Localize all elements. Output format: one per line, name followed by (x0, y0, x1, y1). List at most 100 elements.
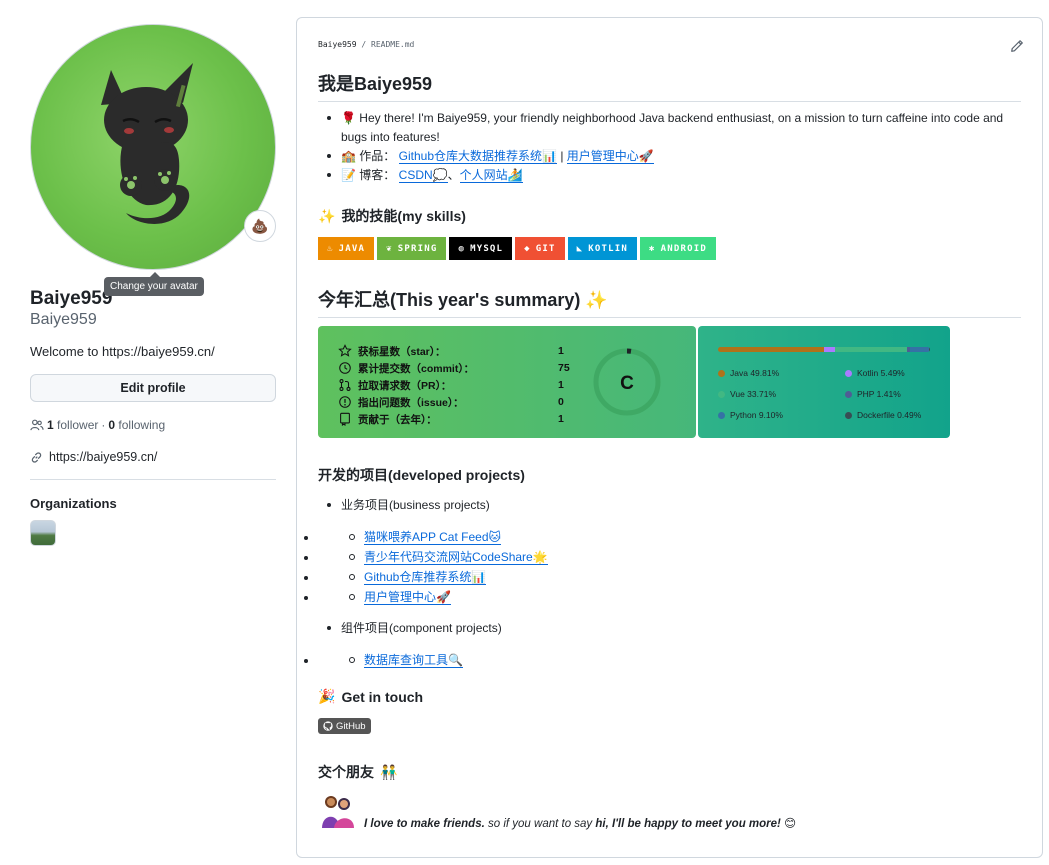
language-dot (845, 369, 852, 377)
friends-message-part1: I love to make friends. (364, 818, 485, 830)
badge-java: ♨ JAVA (318, 237, 375, 260)
organizations-heading: Organizations (30, 496, 117, 511)
skills-heading: ✨ 我的技能(my skills) (318, 206, 1021, 226)
summary-sparkles-emoji: ✨ (585, 290, 608, 310)
git-icon: ◆ (524, 243, 531, 254)
blog-link-website[interactable]: 个人网站🏄 (459, 168, 523, 183)
skill-badges: ♨ JAVA ❦ SPRING ◍ MYSQL ◆ GIT ◣ KOTLIN ✱ ANDROID (318, 237, 1021, 260)
readme-box: Baiye959 / README.md 我是Baiye959 🌹 Hey th… (296, 17, 1043, 858)
mysql-icon: ◍ (458, 243, 466, 254)
pencil-icon[interactable] (1010, 39, 1024, 53)
works-link-user-center[interactable]: 用户管理中心🚀 (566, 149, 654, 164)
readme-path-user[interactable]: Baiye959 (318, 40, 357, 49)
language-item: Kotlin 5.49% (845, 368, 905, 378)
stat-row: 贡献于（去年）： 1 (338, 411, 564, 427)
business-project-item: 用户管理中心🚀 (318, 587, 1021, 607)
language-bar-segment (909, 347, 929, 352)
language-item: Python 9.10% (718, 410, 783, 420)
business-projects-item: 业务项目(business projects) (318, 496, 1021, 515)
readme-title: 我是Baiye959 (318, 70, 1021, 102)
followers-link[interactable]: 1 follower (47, 418, 98, 432)
top-languages-card: Java 49.81% Kotlin 5.49% Vue 33.71% PHP 1.4… (698, 326, 950, 438)
stat-label: 指出问题数（issue）： (358, 396, 464, 409)
skills-title: 我的技能(my skills) (341, 208, 466, 224)
summary-cards: C 获标星数（star）： 1 累计提交数（commit）： 75 拉取请求数（PR）：… (318, 326, 1021, 438)
issue-icon (339, 396, 351, 408)
two-men-emoji: 👬 (380, 763, 398, 780)
language-label: Python 9.10% (730, 410, 783, 420)
stat-row: 获标星数（star）： 1 (338, 343, 564, 359)
readme-path: Baiye959 / README.md (318, 40, 414, 49)
stat-row: 指出问题数（issue）： 0 (338, 394, 564, 410)
grade-ring: C (593, 348, 661, 416)
language-dot (845, 411, 852, 419)
language-bar (718, 347, 930, 352)
project-link[interactable]: 青少年代码交流网站CodeShare🌟 (364, 550, 548, 565)
business-project-item: Github仓库推荐系统📊 (318, 567, 1021, 587)
contact-heading: 🎉 Get in touch (318, 688, 1021, 705)
stat-value: 1 (558, 413, 564, 425)
business-project-item: 青少年代码交流网站CodeShare🌟 (318, 547, 1021, 567)
works-link-recommender[interactable]: Github仓库大数据推荐系统📊 (398, 149, 557, 164)
friends-message-part2: so if you want to say (484, 818, 596, 830)
badge-label: JAVA (338, 243, 366, 254)
language-item: PHP 1.41% (845, 389, 901, 399)
stat-row: 拉取请求数（PR）： 1 (338, 377, 564, 393)
link-icon (31, 451, 42, 463)
change-avatar-tooltip: Change your avatar (104, 272, 204, 296)
stat-value: 1 (558, 345, 564, 357)
language-bar-segment (718, 347, 824, 352)
project-link[interactable]: 猫咪喂养APP Cat Feed🐱 (364, 530, 501, 545)
projects-heading: 开发的项目(developed projects) (318, 467, 525, 483)
github-badge-label: GitHub (336, 720, 366, 732)
stat-label: 贡献于（去年）： (358, 413, 437, 426)
sidebar-divider (30, 479, 276, 480)
language-item: Dockerfile 0.49% (845, 410, 921, 420)
avatar[interactable] (30, 24, 276, 270)
component-list: 组件项目(component projects) (318, 619, 1021, 638)
badge-kotlin: ◣ KOTLIN (567, 237, 637, 260)
smile-emoji: 😊 (784, 818, 797, 830)
component-project-item: 数据库查询工具🔍 (318, 650, 1021, 670)
project-link[interactable]: Github仓库推荐系统📊 (364, 570, 487, 585)
github-stats-card: C 获标星数（star）： 1 累计提交数（commit）： 75 拉取请求数（PR）：… (318, 326, 696, 438)
intro-item: 🌹 Hey there! I'm Baiye959, your friendly… (318, 109, 1021, 147)
works-item: 🏫 作品： Github仓库大数据推荐系统📊 | 用户管理中心🚀 (318, 147, 1021, 166)
readme-path-separator: / (361, 40, 367, 49)
badge-label: KOTLIN (588, 243, 628, 254)
language-dot (845, 390, 852, 398)
project-link[interactable]: 数据库查询工具🔍 (364, 653, 463, 668)
language-bar-segment (835, 347, 907, 352)
edit-profile-button[interactable]: Edit profile (30, 374, 276, 402)
rose-emoji: 🌹 (341, 111, 356, 125)
status-emoji-button[interactable]: 💩 (244, 210, 276, 242)
project-link[interactable]: 用户管理中心🚀 (364, 590, 451, 605)
component-projects-item: 组件项目(component projects) (318, 619, 1021, 638)
sparkles-emoji: ✨ (318, 207, 336, 224)
organization-avatar[interactable] (30, 520, 56, 546)
business-projects-list: 猫咪喂养APP Cat Feed🐱 青少年代码交流网站CodeShare🌟 Gith… (318, 527, 1021, 607)
profile-bio: Welcome to https://baiye959.cn/ (30, 344, 215, 359)
website-link[interactable]: https://baiye959.cn/ (49, 450, 157, 464)
stat-value: 0 (558, 396, 564, 408)
blog-separator: 、 (447, 168, 460, 182)
following-count: 0 (108, 418, 116, 432)
language-dot (718, 369, 725, 377)
friends-footer: I love to make friends. so if you want t… (318, 792, 1021, 830)
stat-label: 获标星数（star）： (358, 345, 446, 358)
business-project-item: 猫咪喂养APP Cat Feed🐱 (318, 527, 1021, 547)
language-bar-segment (823, 347, 836, 352)
black-cat-avatar-image (101, 63, 193, 224)
following-link[interactable]: 0 following (108, 418, 165, 432)
github-badge[interactable]: GitHub (318, 718, 371, 734)
history-icon (339, 362, 351, 374)
stat-row: 累计提交数（commit）： 75 (338, 360, 570, 376)
blog-link-csdn[interactable]: CSDN💭 (398, 168, 448, 183)
avatar-container: 💩 Change your avatar (30, 24, 276, 296)
friends-message: I love to make friends. so if you want t… (364, 816, 796, 830)
readme-path-file: README.md (371, 40, 415, 49)
intro-text: Hey there! I'm Baiye959, your friendly n… (341, 111, 1004, 144)
repo-icon (340, 412, 350, 426)
blog-item: 📝 博客： CSDN💭、个人网站🏄 (318, 166, 1021, 185)
school-emoji: 🏫 (341, 149, 356, 163)
